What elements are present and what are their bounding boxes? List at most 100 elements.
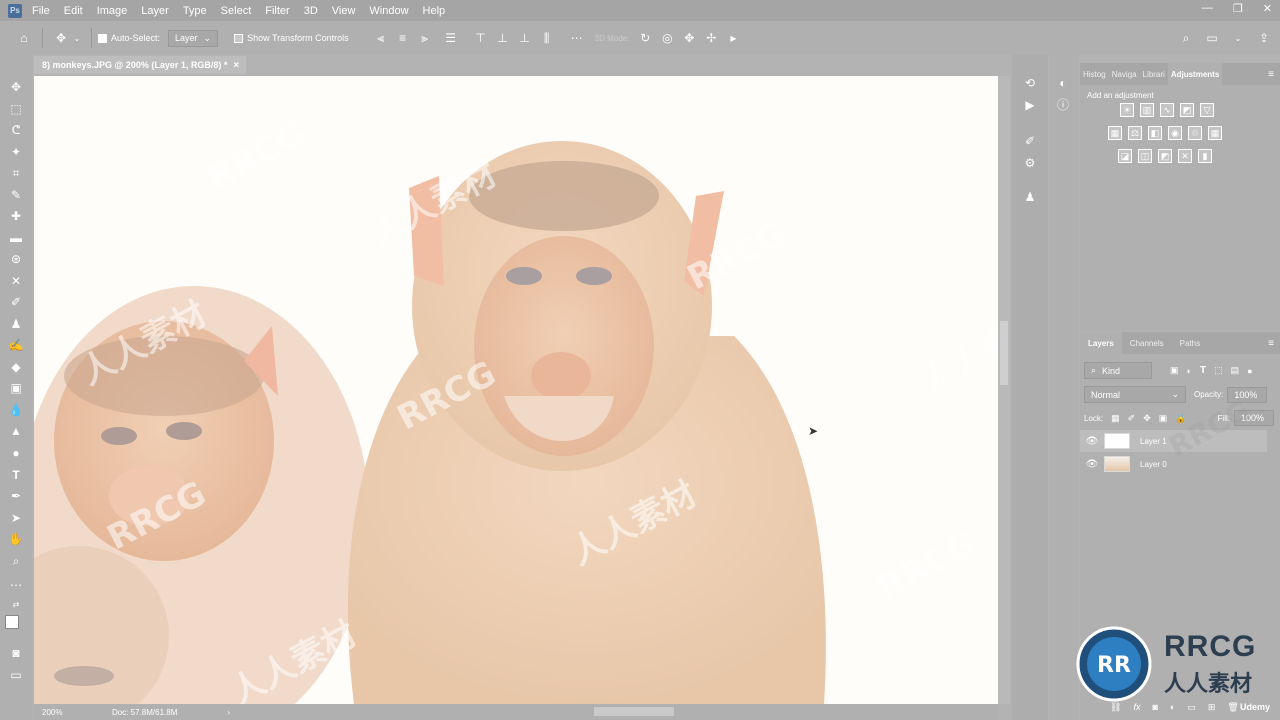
lasso-tool-icon[interactable]: ᕦ: [8, 122, 24, 138]
gradient-tool-icon[interactable]: ▣: [8, 380, 24, 396]
dodge-tool-icon[interactable]: ●: [8, 445, 24, 461]
black-white-icon[interactable]: ◧: [1148, 126, 1162, 140]
tab-histogram[interactable]: Histog: [1080, 63, 1109, 85]
levels-icon[interactable]: ▥: [1140, 103, 1154, 117]
marquee-tool-icon[interactable]: ⬚: [8, 101, 24, 117]
distribute-vertical-icon[interactable]: ⫼: [539, 30, 555, 46]
search-icon[interactable]: ⌕: [1178, 30, 1194, 46]
type-tool-icon[interactable]: T: [8, 467, 24, 483]
menu-select[interactable]: Select: [221, 5, 252, 17]
screen-mode-icon[interactable]: ▭: [8, 667, 24, 683]
actions-play-icon[interactable]: ▶: [1022, 97, 1038, 113]
history-icon[interactable]: ⟲: [1022, 75, 1038, 91]
exposure-icon[interactable]: ◩: [1180, 103, 1194, 117]
3d-slide-icon[interactable]: ✢: [703, 30, 719, 46]
vertical-scrollbar[interactable]: [998, 76, 1010, 704]
curves-icon[interactable]: ∿: [1160, 103, 1174, 117]
adjustment-filter-icon[interactable]: ◐: [1187, 366, 1192, 376]
align-bottom-icon[interactable]: ⊥: [517, 30, 533, 46]
properties-icon[interactable]: ⚙: [1022, 155, 1038, 171]
crop-tool-icon[interactable]: ⌗: [8, 165, 24, 181]
patch-tool-icon[interactable]: ⊛: [8, 251, 24, 267]
tab-layers[interactable]: Layers: [1080, 332, 1122, 354]
color-lookup-icon[interactable]: ▦: [1208, 126, 1222, 140]
minimize-icon[interactable]: —: [1202, 2, 1213, 15]
history-brush-icon[interactable]: ✍: [8, 337, 24, 353]
layer-row-layer-1[interactable]: 👁 Layer 1: [1080, 430, 1267, 452]
align-middle-icon[interactable]: ⊥: [495, 30, 511, 46]
menu-view[interactable]: View: [332, 5, 356, 17]
clone-source-icon[interactable]: ♟: [1022, 189, 1038, 205]
tab-paths[interactable]: Paths: [1172, 332, 1208, 354]
zoom-tool-icon[interactable]: ⌕: [8, 553, 24, 569]
pen-tool-icon[interactable]: ✒: [8, 488, 24, 504]
menu-layer[interactable]: Layer: [141, 5, 169, 17]
panel-menu-icon[interactable]: ≡: [1268, 69, 1274, 80]
panel-menu-icon[interactable]: ≡: [1268, 338, 1274, 349]
gradient-map-icon[interactable]: ▮: [1198, 149, 1212, 163]
shape-filter-icon[interactable]: ⬚: [1214, 365, 1223, 376]
close-icon[interactable]: ✕: [1263, 2, 1272, 15]
share-icon[interactable]: ⇪: [1256, 30, 1272, 46]
filter-kind-dropdown[interactable]: ⌕ Kind: [1084, 362, 1152, 379]
brightness-icon[interactable]: ☀: [1120, 103, 1134, 117]
hand-tool-icon[interactable]: ✋: [8, 531, 24, 547]
chevron-down-icon[interactable]: ⌄: [69, 30, 85, 46]
document-tab[interactable]: 8) monkeys.JPG @ 200% (Layer 1, RGB/8) *…: [34, 56, 246, 74]
menu-3d[interactable]: 3D: [304, 5, 318, 17]
3d-roll-icon[interactable]: ◎: [659, 30, 675, 46]
visibility-eye-icon[interactable]: 👁: [1080, 436, 1104, 447]
foreground-color-swatch[interactable]: [5, 615, 19, 629]
photo-filter-icon[interactable]: ◉: [1168, 126, 1182, 140]
show-transform-checkbox[interactable]: [234, 33, 244, 43]
align-right-icon[interactable]: ⫸: [417, 30, 433, 46]
invert-icon[interactable]: ◪: [1118, 149, 1132, 163]
swap-colors-icon[interactable]: ⇄: [8, 597, 24, 613]
lock-all-icon[interactable]: 🔒: [1175, 413, 1186, 424]
zoom-level[interactable]: 200%: [42, 708, 92, 717]
more-options-icon[interactable]: ⋯: [569, 30, 585, 46]
chevron-down-icon[interactable]: ⌄: [1230, 30, 1246, 46]
tab-libraries[interactable]: Librari: [1140, 63, 1168, 85]
channel-mixer-icon[interactable]: ♲: [1188, 126, 1202, 140]
auto-select-dropdown[interactable]: Layer ⌄: [168, 29, 219, 47]
eraser-tool-icon[interactable]: ◆: [8, 359, 24, 375]
selective-color-icon[interactable]: ✕: [1178, 149, 1192, 163]
scrollbar-thumb[interactable]: [1000, 321, 1008, 385]
workspace-icon[interactable]: ▭: [1204, 30, 1220, 46]
clone-stamp-icon[interactable]: ♟: [8, 316, 24, 332]
brush-tool-icon[interactable]: ✐: [8, 294, 24, 310]
threshold-icon[interactable]: ◩: [1158, 149, 1172, 163]
close-tab-icon[interactable]: ×: [233, 60, 239, 71]
brush-settings-icon[interactable]: ✐: [1022, 133, 1038, 149]
tab-adjustments[interactable]: Adjustments: [1167, 63, 1223, 85]
filter-toggle-icon[interactable]: ●: [1247, 366, 1252, 376]
vibrance-icon[interactable]: ▽: [1200, 103, 1214, 117]
path-selection-icon[interactable]: ➤: [8, 510, 24, 526]
tab-channels[interactable]: Channels: [1122, 332, 1172, 354]
smart-object-filter-icon[interactable]: ▤: [1231, 365, 1240, 376]
restore-icon[interactable]: ❐: [1233, 2, 1243, 15]
color-icon[interactable]: ◐: [1055, 75, 1071, 91]
blur-tool-icon[interactable]: 💧: [8, 402, 24, 418]
visibility-eye-icon[interactable]: 👁: [1080, 459, 1104, 470]
blend-mode-dropdown[interactable]: Normal ⌄: [1084, 386, 1186, 403]
lock-paint-icon[interactable]: ✐: [1128, 413, 1136, 424]
3d-pan-icon[interactable]: ✥: [681, 30, 697, 46]
hue-saturation-icon[interactable]: ▦: [1108, 126, 1122, 140]
distribute-icon[interactable]: ☰: [443, 30, 459, 46]
lock-transparency-icon[interactable]: ▦: [1111, 413, 1120, 424]
opacity-field[interactable]: 100%: [1227, 386, 1268, 403]
info-icon[interactable]: ⓘ: [1055, 97, 1071, 113]
quick-mask-icon[interactable]: ◙: [8, 645, 24, 661]
align-top-icon[interactable]: ⊤: [473, 30, 489, 46]
move-tool-icon[interactable]: ✥: [53, 30, 69, 46]
menu-type[interactable]: Type: [183, 5, 207, 17]
color-balance-icon[interactable]: ⚖: [1128, 126, 1142, 140]
home-icon[interactable]: ⌂: [16, 30, 32, 46]
fill-field[interactable]: 100%: [1234, 410, 1274, 426]
healing-brush-icon[interactable]: ✚: [8, 208, 24, 224]
eyedropper-icon[interactable]: ✎: [8, 187, 24, 203]
lock-artboard-icon[interactable]: ▣: [1159, 413, 1168, 424]
align-left-icon[interactable]: ⫷: [373, 30, 389, 46]
